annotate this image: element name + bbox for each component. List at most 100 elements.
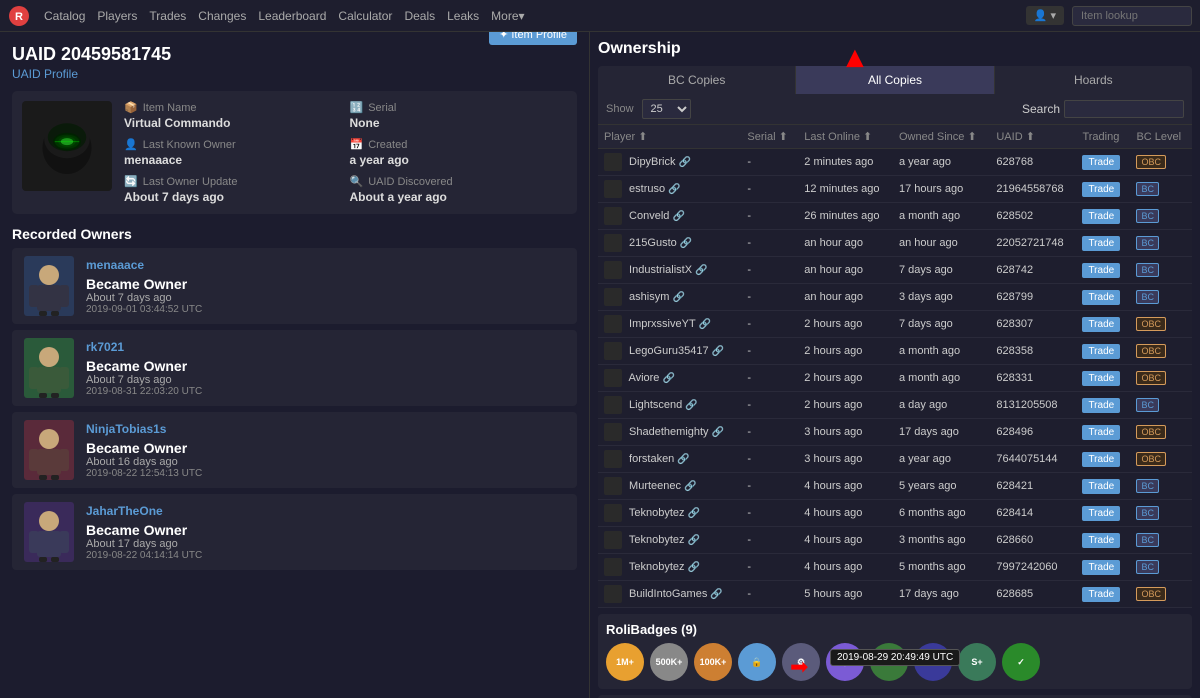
- copy-icon[interactable]: 🔗: [684, 481, 696, 492]
- copy-icon[interactable]: 🔗: [712, 346, 724, 357]
- copy-icon[interactable]: 🔗: [679, 157, 691, 168]
- roli-badge[interactable]: ◆: [826, 643, 864, 681]
- copy-icon[interactable]: 🔗: [712, 427, 724, 438]
- item-lookup-input[interactable]: [1072, 6, 1192, 26]
- roli-badge[interactable]: 🔒: [738, 643, 776, 681]
- owned-since-cell: 17 days ago: [893, 419, 990, 446]
- copy-icon[interactable]: 🔗: [710, 589, 722, 600]
- roli-badge[interactable]: 1M+: [606, 643, 644, 681]
- col-owned-since[interactable]: Owned Since ⬆: [893, 125, 990, 149]
- table-row: Teknobytez 🔗 - 4 hours ago 3 months ago …: [598, 527, 1192, 554]
- show-select[interactable]: 25 50 100: [642, 99, 691, 119]
- owner-name: menaaace: [86, 258, 565, 272]
- uaid-cell: 628660: [990, 527, 1076, 554]
- player-cell: Teknobytez 🔗: [598, 500, 741, 527]
- copy-icon[interactable]: 🔗: [688, 535, 700, 546]
- player-cell: Conveld 🔗: [598, 203, 741, 230]
- roli-badge[interactable]: 10: [870, 643, 908, 681]
- nav-changes[interactable]: Changes: [198, 9, 246, 23]
- owner-time: About 7 days ago: [86, 292, 565, 304]
- roli-badge[interactable]: ✓: [1002, 643, 1040, 681]
- trade-button[interactable]: Trade: [1082, 560, 1120, 575]
- owned-since-cell: 17 days ago: [893, 581, 990, 608]
- tab-all-copies[interactable]: All Copies: [796, 66, 994, 94]
- copy-icon[interactable]: 🔗: [677, 454, 689, 465]
- nav-leaderboard[interactable]: Leaderboard: [258, 9, 326, 23]
- copy-icon[interactable]: 🔗: [685, 400, 697, 411]
- uaid-profile-link[interactable]: UAID Profile: [12, 67, 78, 81]
- bc-badge: BC: [1136, 506, 1159, 520]
- trade-button[interactable]: Trade: [1082, 344, 1120, 359]
- copy-icon[interactable]: 🔗: [688, 562, 700, 573]
- nav-deals[interactable]: Deals: [404, 9, 435, 23]
- copy-icon[interactable]: 🔗: [695, 265, 707, 276]
- table-search-input[interactable]: [1064, 100, 1184, 118]
- nav-trades[interactable]: Trades: [149, 9, 186, 23]
- trade-button[interactable]: Trade: [1082, 425, 1120, 440]
- roli-badge[interactable]: 500K+: [650, 643, 688, 681]
- nav-players[interactable]: Players: [97, 9, 137, 23]
- more-button[interactable]: More▾: [491, 9, 524, 23]
- trade-button[interactable]: Trade: [1082, 290, 1120, 305]
- col-uaid[interactable]: UAID ⬆: [990, 125, 1076, 149]
- trade-button[interactable]: Trade: [1082, 263, 1120, 278]
- trade-button[interactable]: Trade: [1082, 209, 1120, 224]
- col-player[interactable]: Player ⬆: [598, 125, 741, 149]
- copy-icon[interactable]: 🔗: [663, 373, 675, 384]
- uaid-cell: 628358: [990, 338, 1076, 365]
- col-trading[interactable]: Trading: [1076, 125, 1130, 149]
- trade-button[interactable]: Trade: [1082, 452, 1120, 467]
- copy-icon[interactable]: 🔗: [672, 211, 684, 222]
- trade-button[interactable]: Trade: [1082, 371, 1120, 386]
- roli-badge[interactable]: S+: [958, 643, 996, 681]
- tab-bc-copies[interactable]: BC Copies: [598, 66, 796, 94]
- copy-icon[interactable]: 🔗: [688, 508, 700, 519]
- bc-level-cell: BC: [1130, 230, 1192, 257]
- col-bc-level[interactable]: BC Level: [1130, 125, 1192, 149]
- roli-badge[interactable]: ⚙: [782, 643, 820, 681]
- owner-avatar: [24, 256, 74, 316]
- last-online-cell: 4 hours ago: [798, 554, 893, 581]
- copy-icon[interactable]: 🔗: [668, 184, 680, 195]
- bc-level-cell: BC: [1130, 473, 1192, 500]
- nav-catalog[interactable]: Catalog: [44, 9, 85, 23]
- roli-badge[interactable]: 100K+: [694, 643, 732, 681]
- trade-button[interactable]: Trade: [1082, 236, 1120, 251]
- roli-badge[interactable]: 10: [914, 643, 952, 681]
- user-menu-button[interactable]: 👤 ▾: [1026, 6, 1064, 25]
- copy-icon[interactable]: 🔗: [672, 292, 684, 303]
- trade-button[interactable]: Trade: [1082, 506, 1120, 521]
- player-avatar: [604, 477, 622, 495]
- col-last-online[interactable]: Last Online ⬆: [798, 125, 893, 149]
- owners-table: Player ⬆ Serial ⬆ Last Online ⬆ Owned Si…: [598, 125, 1192, 608]
- trade-button[interactable]: Trade: [1082, 155, 1120, 170]
- serial-cell: -: [741, 257, 798, 284]
- owned-since-cell: a month ago: [893, 338, 990, 365]
- nav-right: 👤 ▾: [1026, 6, 1192, 26]
- nav-leaks[interactable]: Leaks: [447, 9, 479, 23]
- trade-button[interactable]: Trade: [1082, 182, 1120, 197]
- trading-cell: Trade: [1076, 500, 1130, 527]
- item-profile-button[interactable]: ✦ Item Profile: [489, 32, 577, 45]
- trade-button[interactable]: Trade: [1082, 533, 1120, 548]
- bc-badge: OBC: [1136, 425, 1166, 439]
- owner-card: NinjaTobias1s Became Owner About 16 days…: [12, 412, 577, 488]
- copy-icon[interactable]: 🔗: [699, 319, 711, 330]
- trading-cell: Trade: [1076, 338, 1130, 365]
- item-name-value: Virtual Commando: [124, 116, 342, 130]
- nav-calculator[interactable]: Calculator: [338, 9, 392, 23]
- tab-hoards[interactable]: Hoards: [995, 66, 1192, 94]
- trade-button[interactable]: Trade: [1082, 479, 1120, 494]
- col-serial[interactable]: Serial ⬆: [741, 125, 798, 149]
- table-row: forstaken 🔗 - 3 hours ago a year ago 764…: [598, 446, 1192, 473]
- trade-button[interactable]: Trade: [1082, 587, 1120, 602]
- uaid-cell: 628331: [990, 365, 1076, 392]
- trade-button[interactable]: Trade: [1082, 398, 1120, 413]
- owner-name: NinjaTobias1s: [86, 422, 565, 436]
- trading-cell: Trade: [1076, 473, 1130, 500]
- trade-button[interactable]: Trade: [1082, 317, 1120, 332]
- last-owner-row: 👤 Last Known Owner menaaace: [124, 138, 342, 167]
- player-cell: LegoGuru35417 🔗: [598, 338, 741, 365]
- bc-level-cell: BC: [1130, 176, 1192, 203]
- copy-icon[interactable]: 🔗: [680, 238, 692, 249]
